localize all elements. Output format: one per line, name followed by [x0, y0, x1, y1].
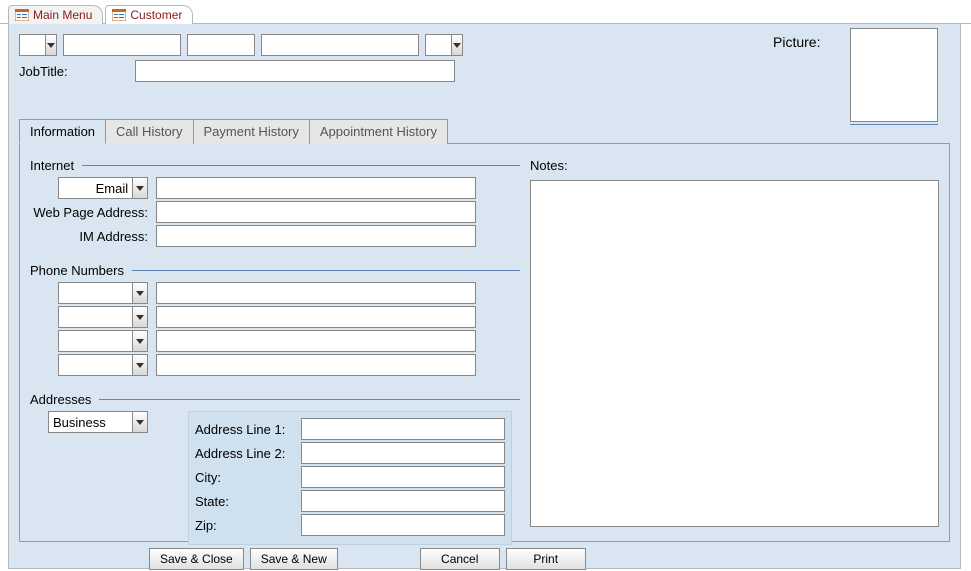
address-type-combo[interactable]: [48, 411, 148, 433]
job-title-row: JobTitle:: [19, 60, 950, 82]
email-type-combo[interactable]: [58, 177, 148, 199]
picture-label: Picture:: [773, 34, 820, 50]
form-icon: [15, 9, 29, 21]
first-name-input[interactable]: [63, 34, 181, 56]
city-input[interactable]: [301, 466, 505, 488]
dropdown-icon[interactable]: [132, 178, 147, 198]
dropdown-icon[interactable]: [132, 355, 147, 375]
address-line2-label: Address Line 2:: [195, 446, 295, 461]
email-type-input[interactable]: [59, 178, 132, 198]
tab-main-menu[interactable]: Main Menu: [8, 5, 103, 24]
address-line1-input[interactable]: [301, 418, 505, 440]
web-address-label: Web Page Address:: [30, 205, 150, 220]
city-label: City:: [195, 470, 295, 485]
notes-label: Notes:: [530, 158, 568, 173]
zip-label: Zip:: [195, 518, 295, 533]
address-label: Addresses: [30, 392, 91, 407]
save-close-button[interactable]: Save & Close: [149, 548, 244, 570]
state-label: State:: [195, 494, 295, 509]
email-input[interactable]: [156, 177, 476, 199]
form-icon: [112, 9, 126, 21]
address-type-input[interactable]: [49, 412, 132, 432]
internet-label: Internet: [30, 158, 74, 173]
detail-tabs: Information Call History Payment History…: [19, 118, 950, 144]
prefix-input[interactable]: [20, 35, 45, 55]
phone-type-input-4[interactable]: [59, 355, 132, 375]
tab-appointment-history[interactable]: Appointment History: [310, 119, 448, 144]
button-row: Save & Close Save & New Cancel Print: [19, 548, 950, 570]
address-block: Address Line 1: Address Line 2: City: St…: [188, 411, 512, 545]
phone-type-combo-1[interactable]: [58, 282, 148, 304]
phone-type-input-2[interactable]: [59, 307, 132, 327]
cancel-button[interactable]: Cancel: [420, 548, 500, 570]
job-title-input[interactable]: [135, 60, 455, 82]
phone-type-input-3[interactable]: [59, 331, 132, 351]
dropdown-icon[interactable]: [132, 331, 147, 351]
tab-payment-history[interactable]: Payment History: [194, 119, 310, 144]
zip-input[interactable]: [301, 514, 505, 536]
im-address-label: IM Address:: [30, 229, 150, 244]
phone-label: Phone Numbers: [30, 263, 124, 278]
document-tabs: Main Menu Customer: [0, 0, 971, 24]
im-address-input[interactable]: [156, 225, 476, 247]
address-line2-input[interactable]: [301, 442, 505, 464]
internet-group-title: Internet: [30, 158, 520, 173]
tab-customer-label: Customer: [130, 8, 182, 22]
state-input[interactable]: [301, 490, 505, 512]
address-group-title: Addresses: [30, 392, 520, 407]
tab-information[interactable]: Information: [19, 119, 106, 144]
phone-number-input-4[interactable]: [156, 354, 476, 376]
tab-customer[interactable]: Customer: [105, 5, 193, 24]
dropdown-icon[interactable]: [132, 283, 147, 303]
phone-type-combo-4[interactable]: [58, 354, 148, 376]
dropdown-icon[interactable]: [132, 307, 147, 327]
notes-textarea[interactable]: [530, 180, 939, 527]
tab-call-history[interactable]: Call History: [106, 119, 193, 144]
information-panel: Internet Web Page Address: IM Address:: [19, 144, 950, 542]
dropdown-icon[interactable]: [451, 35, 462, 55]
job-title-label: JobTitle:: [19, 64, 129, 79]
print-button[interactable]: Print: [506, 548, 586, 570]
web-address-input[interactable]: [156, 201, 476, 223]
tab-main-menu-label: Main Menu: [33, 8, 92, 22]
phone-number-input-1[interactable]: [156, 282, 476, 304]
phone-type-combo-2[interactable]: [58, 306, 148, 328]
middle-name-input[interactable]: [187, 34, 255, 56]
suffix-combo[interactable]: [425, 34, 463, 56]
customer-form: JobTitle: Picture: Information Call Hist…: [8, 24, 961, 569]
address-line1-label: Address Line 1:: [195, 422, 295, 437]
left-column: Internet Web Page Address: IM Address:: [30, 152, 520, 531]
phone-type-input-1[interactable]: [59, 283, 132, 303]
last-name-input[interactable]: [261, 34, 419, 56]
phone-number-input-3[interactable]: [156, 330, 476, 352]
prefix-combo[interactable]: [19, 34, 57, 56]
dropdown-icon[interactable]: [45, 35, 56, 55]
save-new-button[interactable]: Save & New: [250, 548, 338, 570]
picture-box[interactable]: [850, 28, 938, 122]
phone-group-title: Phone Numbers: [30, 263, 520, 278]
suffix-input[interactable]: [426, 35, 451, 55]
dropdown-icon[interactable]: [132, 412, 147, 432]
phone-number-input-2[interactable]: [156, 306, 476, 328]
right-column: Notes:: [530, 152, 939, 531]
phone-type-combo-3[interactable]: [58, 330, 148, 352]
